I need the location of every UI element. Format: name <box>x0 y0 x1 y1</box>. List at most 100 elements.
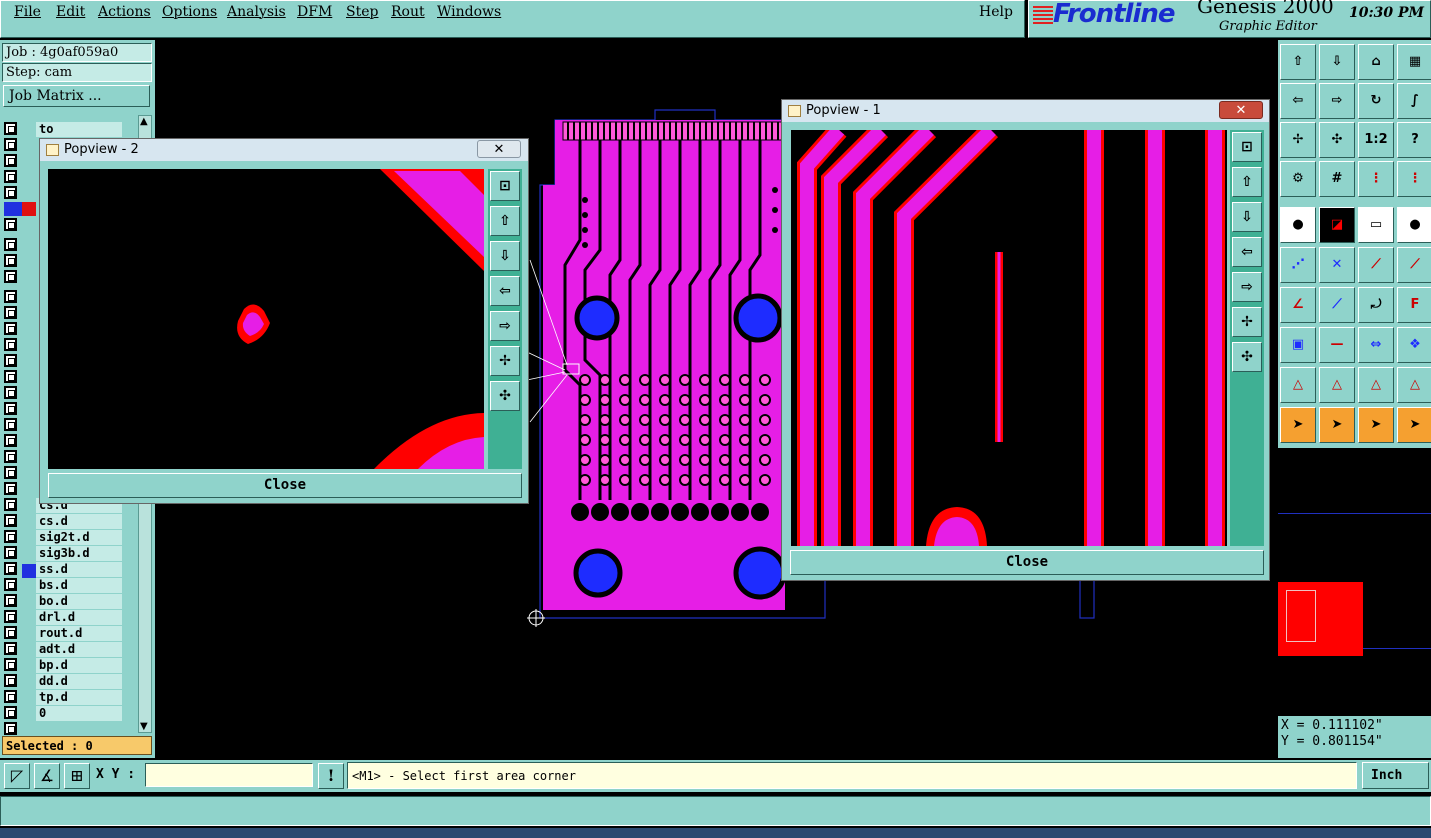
window-layout-icon[interactable]: ▦ <box>1397 44 1431 80</box>
layer-checkbox[interactable] <box>4 658 17 671</box>
grid-mode-icon[interactable]: ⊞ <box>64 763 90 789</box>
layer-checkbox[interactable] <box>4 418 17 431</box>
pan-down-icon[interactable]: ⇩ <box>1232 202 1262 232</box>
popview-1-view[interactable] <box>791 130 1227 546</box>
menu-edit[interactable]: Edit <box>56 4 85 20</box>
layer-checkbox[interactable] <box>4 386 17 399</box>
layer-compare-2-icon[interactable]: ⋮ <box>1397 161 1431 197</box>
menu-options[interactable]: Options <box>162 4 217 20</box>
popview-2-titlebar[interactable]: Popview - 2 ✕ <box>40 139 528 161</box>
layer-name[interactable]: rout.d <box>36 626 122 641</box>
ruler-icon[interactable]: ▭ <box>1358 207 1394 243</box>
layer-checkbox[interactable] <box>4 402 17 415</box>
layer-checkbox[interactable] <box>4 642 17 655</box>
layer-checkbox[interactable] <box>4 578 17 591</box>
layer-name[interactable]: dd.d <box>36 674 122 689</box>
measure-icon[interactable]: ⚙ <box>1280 161 1316 197</box>
layer-checkbox[interactable] <box>4 122 17 135</box>
pad-select-icon[interactable]: ● <box>1280 207 1316 243</box>
layer-name[interactable]: tp.d <box>36 690 122 705</box>
layer-checkbox[interactable] <box>4 270 17 283</box>
triangle-4-icon[interactable]: △ <box>1397 367 1431 403</box>
pan-up-icon[interactable]: ⇧ <box>1232 167 1262 197</box>
pointer-select-icon[interactable]: ➤ <box>1319 407 1355 443</box>
pad-add-icon[interactable]: ▣ <box>1280 327 1316 363</box>
layer-checkbox[interactable] <box>4 562 17 575</box>
line-mode-icon[interactable]: ◸ <box>4 763 30 789</box>
triangle-3-icon[interactable]: △ <box>1358 367 1394 403</box>
layer-checkbox[interactable] <box>4 610 17 623</box>
home-icon[interactable]: ⌂ <box>1358 44 1394 80</box>
snap-icon[interactable]: ∫ <box>1397 83 1431 119</box>
scroll-up-icon[interactable]: ▲ <box>140 116 148 127</box>
redraw-icon[interactable]: ↻ <box>1358 83 1394 119</box>
layer-checkbox[interactable] <box>4 186 17 199</box>
group-icon[interactable]: ❖ <box>1397 327 1431 363</box>
angle-mode-icon[interactable]: ∡ <box>34 763 60 789</box>
layer-name[interactable]: bo.d <box>36 594 122 609</box>
line-select-icon[interactable]: ◪ <box>1319 207 1355 243</box>
layer-checkbox[interactable] <box>4 722 17 735</box>
popview-1-close-x-button[interactable]: ✕ <box>1219 101 1263 119</box>
scroll-down-icon[interactable]: ▼ <box>140 721 148 732</box>
move-up-icon[interactable]: ⇧ <box>1280 44 1316 80</box>
popview-1-titlebar[interactable]: Popview - 1 ✕ <box>782 100 1269 122</box>
zoom-in-icon[interactable]: ✢ <box>490 346 520 376</box>
pan-down-icon[interactable]: ⇩ <box>490 241 520 271</box>
menu-file[interactable]: File <box>14 4 41 20</box>
menu-windows[interactable]: Windows <box>437 4 501 20</box>
layer-name[interactable]: ss.d <box>36 562 122 577</box>
pan-left-icon[interactable]: ⇦ <box>1232 237 1262 267</box>
connect-icon[interactable]: ⋰ <box>1280 247 1316 283</box>
move-right-icon[interactable]: ⇨ <box>1319 83 1355 119</box>
fill-icon[interactable]: ● <box>1397 207 1431 243</box>
move-left-icon[interactable]: ⇦ <box>1280 83 1316 119</box>
menu-analysis[interactable]: Analysis <box>227 4 286 20</box>
popview-1-close-button[interactable]: Close <box>790 550 1264 575</box>
layer-checkbox[interactable] <box>4 218 17 231</box>
zoom-out-icon[interactable]: ✣ <box>490 381 520 411</box>
menu-actions[interactable]: Actions <box>98 4 151 20</box>
zoom-fit-icon[interactable]: ⊡ <box>1232 132 1262 162</box>
pointer-icon[interactable]: ➤ <box>1280 407 1316 443</box>
layer-checkbox[interactable] <box>4 450 17 463</box>
layer-name[interactable]: adt.d <box>36 642 122 657</box>
layer-name-top[interactable]: to <box>36 122 122 137</box>
layer-name[interactable]: drl.d <box>36 610 122 625</box>
layer-checkbox[interactable] <box>4 626 17 639</box>
arc-icon[interactable]: ⤾ <box>1358 287 1394 323</box>
menu-help[interactable]: Help <box>979 4 1013 20</box>
layer-checkbox[interactable] <box>4 690 17 703</box>
add-line-2-icon[interactable]: ⟋ <box>1397 247 1431 283</box>
zoom-out-icon[interactable]: ✣ <box>1232 342 1262 372</box>
angle-icon[interactable]: ∠ <box>1280 287 1316 323</box>
layer-checkbox[interactable] <box>4 154 17 167</box>
pan-right-icon[interactable]: ⇨ <box>490 311 520 341</box>
layer-checkbox[interactable] <box>4 370 17 383</box>
layer-name[interactable]: 0 <box>36 706 122 721</box>
add-line-icon[interactable]: ⟋ <box>1358 247 1394 283</box>
overview-map[interactable] <box>1278 448 1431 716</box>
layer-checkbox[interactable] <box>4 530 17 543</box>
zoom-fit-icon[interactable]: ⊡ <box>490 171 520 201</box>
xy-input[interactable] <box>145 763 313 787</box>
zoom-in-icon[interactable]: ✢ <box>1232 307 1262 337</box>
move-down-icon[interactable]: ⇩ <box>1319 44 1355 80</box>
layer-name[interactable]: bs.d <box>36 578 122 593</box>
job-matrix-button[interactable]: Job Matrix ... <box>3 85 150 107</box>
layer-name[interactable]: sig3b.d <box>36 546 122 561</box>
help-icon[interactable]: ? <box>1397 122 1431 158</box>
layer-name[interactable]: bp.d <box>36 658 122 673</box>
layer-checkbox[interactable] <box>4 354 17 367</box>
popview-2-close-button[interactable]: Close <box>48 473 522 498</box>
pointer-rotate-icon[interactable]: ➤ <box>1358 407 1394 443</box>
layer-checkbox[interactable] <box>4 138 17 151</box>
layer-checkbox[interactable] <box>4 674 17 687</box>
menu-step[interactable]: Step <box>346 4 378 20</box>
text-icon[interactable]: F <box>1397 287 1431 323</box>
delete-node-icon[interactable]: ✕ <box>1319 247 1355 283</box>
zoom-fit-icon[interactable]: ✢ <box>1280 122 1316 158</box>
triangle-2-icon[interactable]: △ <box>1319 367 1355 403</box>
pointer-step-icon[interactable]: ➤ <box>1397 407 1431 443</box>
scale-button[interactable]: 1:2 <box>1358 122 1394 158</box>
